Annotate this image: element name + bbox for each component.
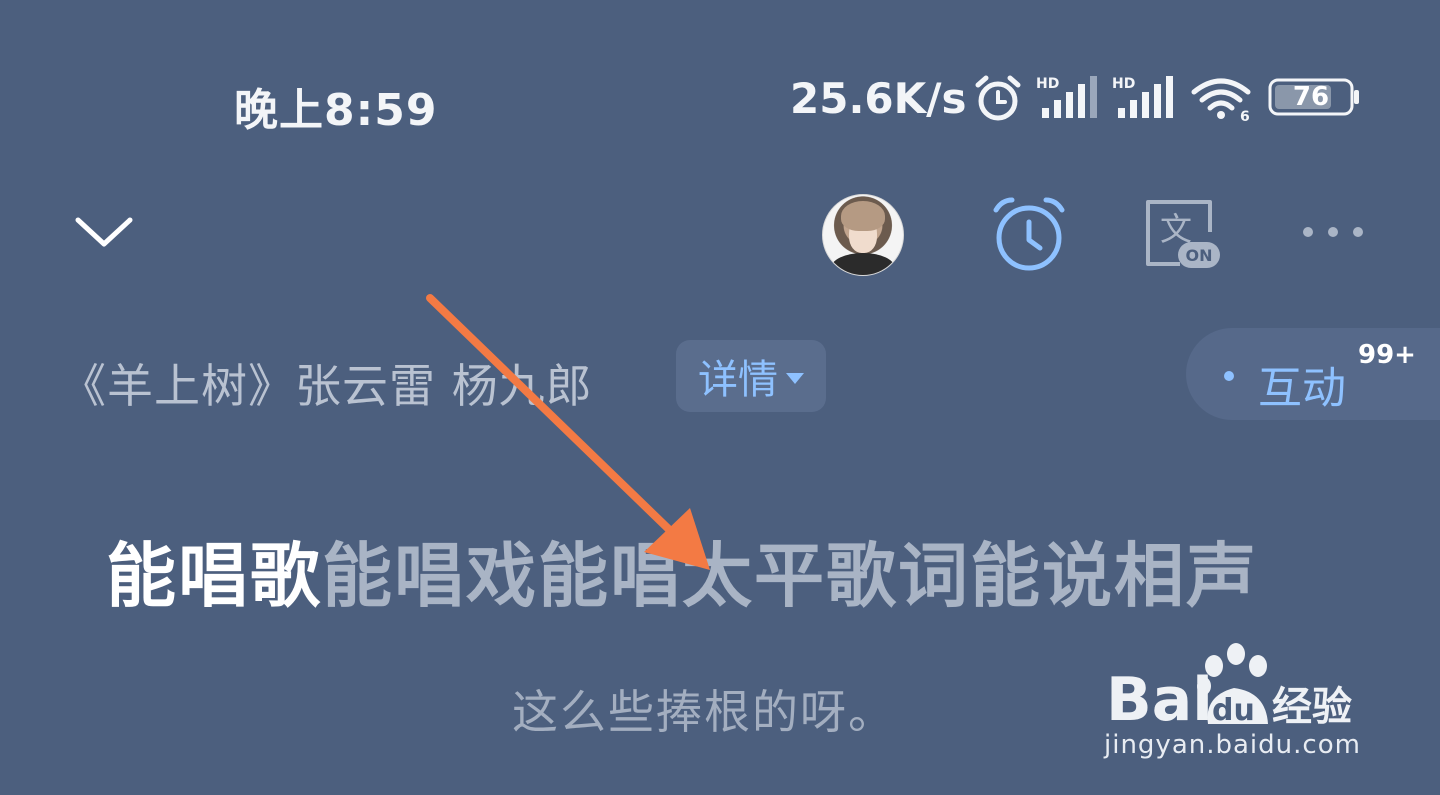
annotation-arrow-icon bbox=[426, 294, 710, 570]
translate-on-badge: ON bbox=[1186, 246, 1213, 265]
signal-hd-label: HD bbox=[1112, 76, 1135, 92]
caret-down-icon bbox=[786, 372, 804, 384]
battery-percent: 76 bbox=[1292, 82, 1330, 112]
sleep-timer-icon[interactable] bbox=[990, 196, 1068, 272]
battery-indicator: 76 bbox=[1268, 78, 1360, 116]
interact-count-badge: 99+ bbox=[1358, 340, 1416, 370]
baidu-jingyan-logo: Bai du 经验 bbox=[1106, 643, 1352, 730]
watermark-url: jingyan.baidu.com bbox=[1104, 730, 1361, 760]
cellular-signal-icon: HD bbox=[1036, 76, 1097, 118]
cellular-signal-icon: HD bbox=[1112, 76, 1173, 118]
signal-hd-label: HD bbox=[1036, 76, 1059, 92]
wifi-icon: 6 bbox=[1191, 78, 1251, 122]
interact-label[interactable]: 互动 bbox=[1258, 352, 1346, 416]
wifi-version-label: 6 bbox=[1240, 109, 1250, 122]
artist-avatar[interactable] bbox=[822, 194, 904, 276]
watermark-brand-du: du bbox=[1212, 693, 1255, 728]
alarm-clock-icon bbox=[975, 75, 1021, 121]
watermark-brand-cn: 经验 bbox=[1272, 684, 1352, 730]
status-time: 晚上8:59 bbox=[234, 85, 438, 136]
translate-char: 文 bbox=[1160, 210, 1192, 248]
translate-lyrics-icon[interactable]: 文 ON bbox=[1142, 196, 1224, 272]
network-speed: 25.6K/s bbox=[790, 74, 967, 123]
watermark-brand: Bai bbox=[1106, 665, 1213, 730]
chevron-down-icon[interactable] bbox=[72, 210, 136, 254]
lyric-sung-part: 能唱歌 bbox=[106, 535, 322, 617]
bullet-dot-icon bbox=[1224, 371, 1234, 381]
more-options-icon[interactable] bbox=[1300, 222, 1366, 242]
next-lyric-line[interactable]: 这么些捧根的呀。 bbox=[512, 676, 896, 742]
